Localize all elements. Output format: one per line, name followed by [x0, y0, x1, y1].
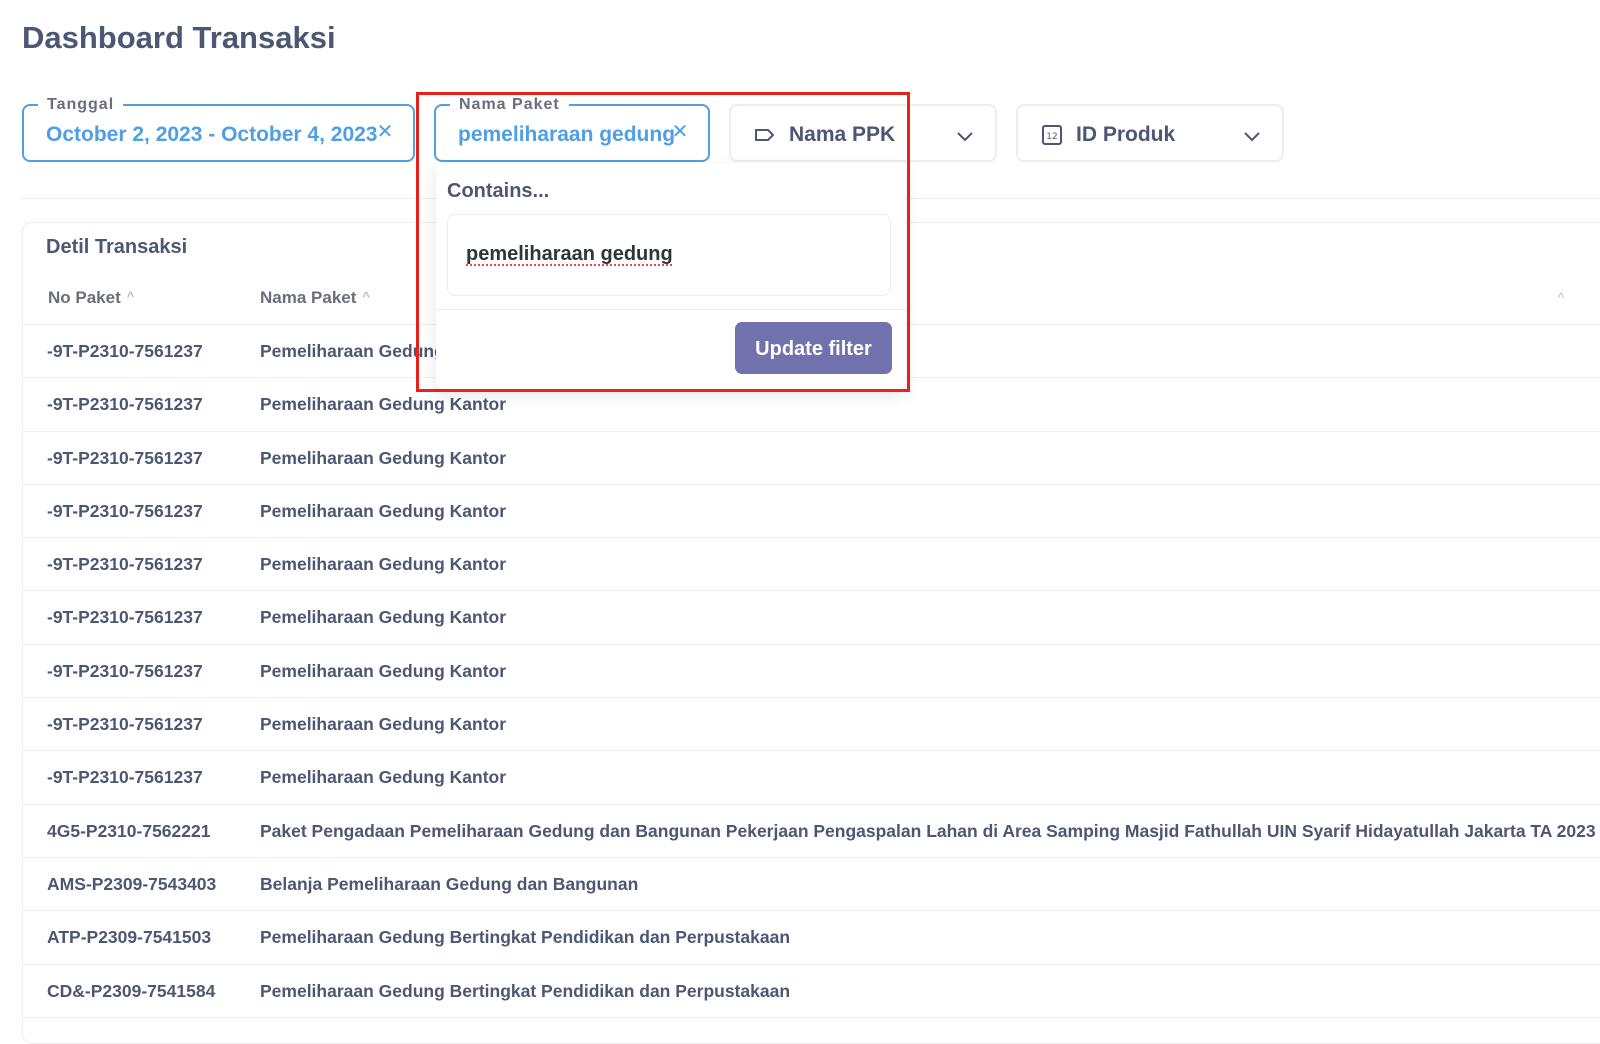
cell-nama-paket: Belanja Pemeliharaan Gedung dan Bangunan [260, 873, 639, 894]
cell-no-paket: AMS-P2309-7543403 [47, 873, 217, 894]
table-row[interactable]: -9T-P2310-7561237 Pemeliharaan Gedung Kan… [22, 591, 1600, 645]
svg-text:12: 12 [1046, 132, 1057, 142]
column-header-label: No Paket [48, 288, 121, 307]
contains-input-value: pemeliharaan gedung [466, 243, 673, 265]
table-row[interactable]: -9T-P2310-7561237 Pemeliharaan Gedung Kan… [22, 751, 1600, 805]
cell-no-paket: -9T-P2310-7561237 [47, 660, 203, 681]
close-icon[interactable]: ✕ [374, 121, 396, 143]
cell-no-paket: -9T-P2310-7561237 [47, 341, 203, 361]
cell-nama-paket: Pemeliharaan Gedung Kantor [260, 447, 507, 468]
cell-no-paket: -9T-P2310-7561237 [47, 607, 203, 628]
contains-input[interactable]: pemeliharaan gedung [447, 214, 891, 296]
table-row[interactable]: ATP-P2309-7541503 Pemeliharaan Gedung Ber… [22, 911, 1600, 965]
table-row[interactable]: -9T-P2310-7561237 Pemeliharaan Gedung Kan… [22, 698, 1600, 752]
cell-nama-paket: Paket Pengadaan Pemeliharaan Gedung dan … [260, 820, 1596, 841]
cell-nama-paket: Pemeliharaan Gedung Kantor [260, 767, 507, 788]
cell-nama-paket: Pemeliharaan Gedung Kantor [260, 554, 507, 575]
popover-title: Contains... [447, 180, 550, 202]
cell-no-paket: ATP-P2309-7541503 [47, 927, 212, 948]
column-header-no-paket[interactable]: No Paket ^ [48, 288, 134, 308]
filter-nama-paket-legend: Nama Paket [450, 96, 569, 114]
cell-nama-paket: Pemeliharaan Gedung Bertingkat Pendidika… [260, 927, 791, 948]
table-row[interactable]: -9T-P2310-7561237 Pemeliharaan Gedung Kan… [22, 538, 1600, 592]
table-row[interactable]: -9T-P2310-7561237 Pemeliharaan Gedung Kan… [22, 432, 1600, 485]
cell-no-paket: CD&-P2309-7541584 [47, 980, 216, 1001]
cell-nama-paket: Pemeliharaan Gedung Bertingkat Pendidika… [260, 980, 791, 1001]
filter-tanggal-legend: Tanggal [38, 96, 124, 114]
table-row[interactable]: 4G5-P2310-7562221 Paket Pengadaan Pemelih… [22, 805, 1600, 858]
page-title: Dashboard Transaksi [22, 20, 336, 55]
table-body: -9T-P2310-7561237 Pemeliharaan Gedung Kan… [22, 325, 1600, 1018]
cell-nama-paket: Pemeliharaan Gedung Kantor [260, 607, 507, 628]
cell-nama-paket: Pemeliharaan Gedung Kantor [260, 500, 507, 521]
filter-id-produk-label: ID Produk [1076, 123, 1176, 146]
chevron-down-icon [1244, 132, 1260, 142]
cell-no-paket: 4G5-P2310-7562221 [47, 820, 211, 841]
cell-no-paket: -9T-P2310-7561237 [47, 714, 203, 735]
cell-nama-paket: Pemeliharaan Gedung Kantor [260, 714, 507, 735]
sort-up-icon: ^ [362, 289, 370, 304]
filter-nama-ppk[interactable]: Nama PPK [729, 104, 997, 162]
filter-popover: Contains... pemeliharaan gedung Update f… [436, 163, 906, 389]
filter-tanggal[interactable]: Tanggal October 2, 2023 - October 4, 202… [22, 96, 415, 162]
cell-no-paket: -9T-P2310-7561237 [47, 554, 203, 575]
table-row[interactable]: AMS-P2309-7543403 Belanja Pemeliharaan Ge… [22, 858, 1600, 912]
filter-id-produk[interactable]: 12 ID Produk [1016, 104, 1284, 162]
cell-no-paket: -9T-P2310-7561237 [47, 767, 203, 788]
number-icon: 12 [1042, 125, 1062, 145]
column-header-label: Nama Paket [260, 288, 357, 307]
card-title: Detil Transaksi [46, 236, 188, 258]
filter-nama-paket-value: pemeliharaan gedung [458, 123, 676, 146]
popover-divider [436, 309, 906, 310]
filter-nama-ppk-label: Nama PPK [789, 123, 896, 146]
sort-up-icon: ^ [1558, 290, 1565, 305]
filter-tanggal-value: October 2, 2023 - October 4, 2023 [46, 123, 378, 146]
sort-up-icon: ^ [126, 289, 135, 304]
table-row[interactable]: -9T-P2310-7561237 Pemeliharaan Gedung Kan… [22, 645, 1600, 699]
table-row[interactable]: -9T-P2310-7561237 Pemeliharaan Gedung Kan… [22, 485, 1600, 539]
cell-no-paket: -9T-P2310-7561237 [47, 394, 203, 415]
column-header-nama-paket[interactable]: Nama Paket ^ [260, 288, 370, 308]
close-icon[interactable]: ✕ [669, 121, 691, 143]
update-filter-button[interactable]: Update filter [735, 322, 892, 374]
chevron-down-icon [957, 132, 973, 142]
cell-nama-paket: Pemeliharaan Gedung Kantor [260, 394, 507, 415]
cell-no-paket: -9T-P2310-7561237 [47, 447, 203, 468]
cell-nama-paket: Pemeliharaan Gedung Kantor [260, 660, 507, 681]
table-row[interactable]: CD&-P2309-7541584 Pemeliharaan Gedung Ber… [22, 965, 1600, 1018]
tag-icon [755, 129, 774, 141]
cell-no-paket: -9T-P2310-7561237 [47, 500, 203, 521]
filter-nama-paket[interactable]: Nama Paket pemeliharaan gedung ✕ [434, 96, 710, 162]
